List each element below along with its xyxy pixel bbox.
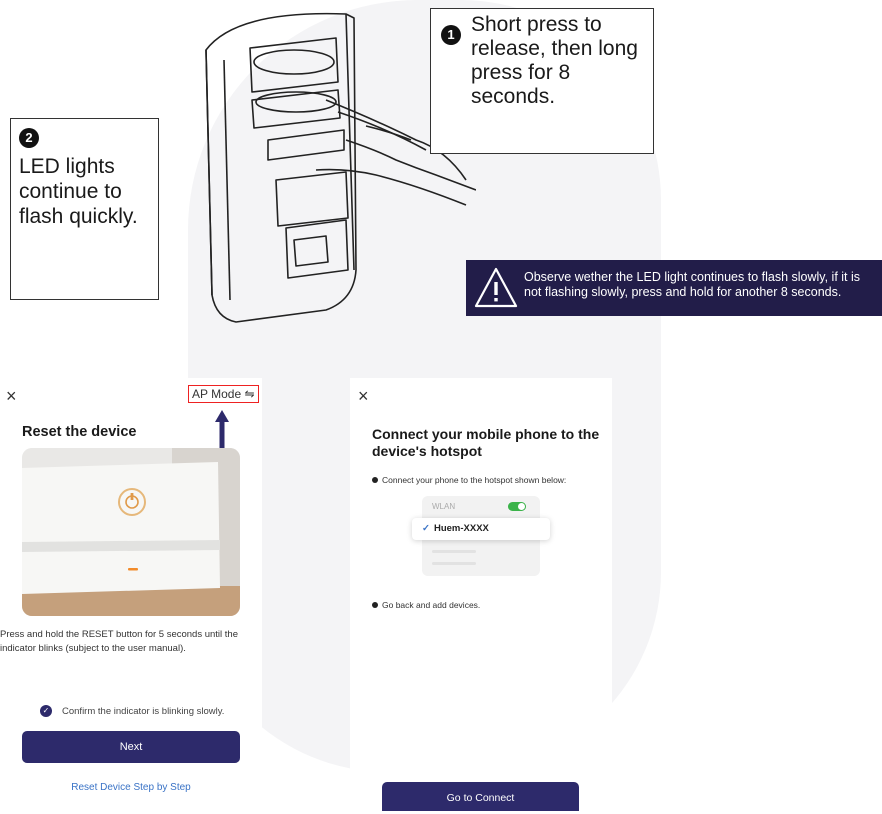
warning-text: Observe wether the LED light continues t… — [524, 270, 861, 299]
wlan-label: WLAN — [432, 502, 456, 511]
confirm-row[interactable]: ✓ Confirm the indicator is blinking slow… — [40, 705, 224, 717]
page-title: Reset the device — [22, 424, 137, 440]
bullet-icon — [372, 477, 378, 483]
callout-step-2: 2 LED lights continue to flash quickly. — [10, 118, 159, 300]
wlan-toggle — [508, 502, 526, 511]
ap-mode-button[interactable]: AP Mode ⇋ — [188, 385, 259, 403]
callout-text: Short press to release, then long press … — [471, 13, 638, 108]
step-2: Go back and add devices. — [372, 600, 480, 610]
connect-hotspot-screen: × Connect your mobile phone to the devic… — [350, 378, 612, 811]
reset-device-screen: × AP Mode ⇋ Reset the device Press and h… — [0, 378, 262, 811]
callout-text: LED lights continue to flash quickly. — [19, 155, 138, 228]
device-photo — [22, 448, 240, 616]
arrow-up-icon — [215, 410, 229, 452]
placeholder-line — [432, 550, 476, 553]
close-icon[interactable]: × — [6, 386, 17, 407]
hotspot-ssid-card: ✓ Huem-XXXX — [412, 518, 550, 540]
callout-step-1: 1 Short press to release, then long pres… — [430, 8, 654, 154]
ssid-name: Huem-XXXX — [433, 523, 489, 534]
confirm-label: Confirm the indicator is blinking slowly… — [62, 705, 225, 717]
reset-step-by-step-link[interactable]: Reset Device Step by Step — [0, 782, 262, 793]
step-1: Connect your phone to the hotspot shown … — [372, 475, 566, 485]
close-icon[interactable]: × — [358, 386, 369, 407]
next-button[interactable]: Next — [22, 731, 240, 763]
reset-instructions: Press and hold the RESET button for 5 se… — [0, 629, 238, 654]
check-icon: ✓ — [422, 523, 430, 534]
page-title: Connect your mobile phone to the device'… — [372, 426, 600, 459]
step-number-badge: 2 — [19, 128, 39, 148]
bullet-icon — [372, 602, 378, 608]
check-icon[interactable]: ✓ — [40, 705, 52, 717]
warning-icon — [474, 267, 518, 308]
warning-banner: Observe wether the LED light continues t… — [466, 260, 882, 316]
placeholder-line — [432, 562, 476, 565]
go-to-connect-button[interactable]: Go to Connect — [382, 782, 579, 811]
step-number-badge: 1 — [441, 25, 461, 45]
